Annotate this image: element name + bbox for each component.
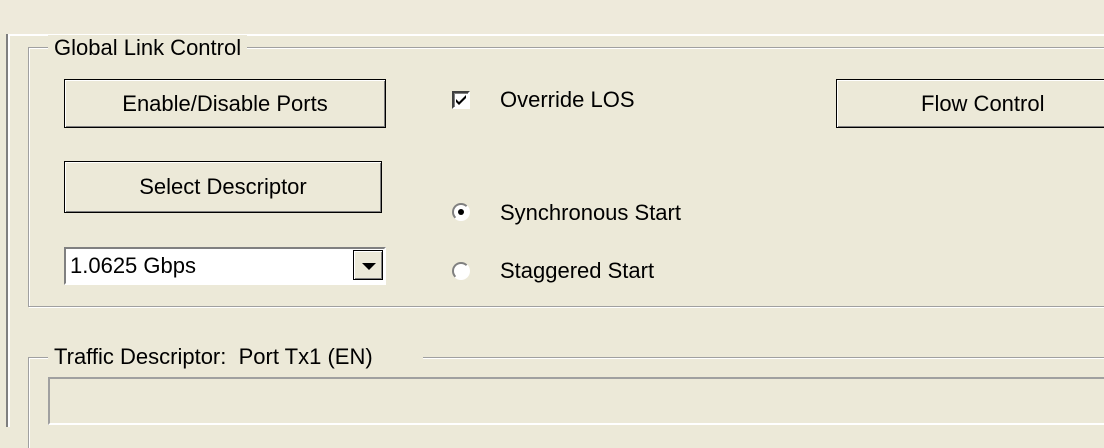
- traffic-descriptor-title: Traffic Descriptor: Port Tx1 (EN): [48, 344, 423, 370]
- global-link-control-title: Global Link Control: [48, 35, 248, 61]
- synchronous-start-label[interactable]: Synchronous Start: [500, 200, 681, 226]
- select-descriptor-button[interactable]: Select Descriptor: [64, 161, 382, 213]
- speed-select-value: 1.0625 Gbps: [70, 253, 196, 278]
- staggered-start-radio[interactable]: [452, 262, 470, 280]
- chevron-down-icon[interactable]: [353, 250, 383, 280]
- window-top-strip: [0, 0, 1104, 34]
- radio-selected-dot: [458, 209, 464, 215]
- synchronous-start-radio[interactable]: [452, 203, 470, 221]
- override-los-checkbox[interactable]: [452, 91, 470, 109]
- traffic-descriptor-field: [48, 377, 1104, 425]
- staggered-start-label[interactable]: Staggered Start: [500, 258, 654, 284]
- flow-control-button[interactable]: Flow Control: [836, 79, 1104, 128]
- speed-select[interactable]: 1.0625 Gbps: [64, 247, 386, 285]
- checkmark-icon: [456, 95, 466, 105]
- panel-left-border: [0, 34, 10, 427]
- override-los-label[interactable]: Override LOS: [500, 87, 635, 113]
- enable-disable-ports-button[interactable]: Enable/Disable Ports: [64, 79, 386, 128]
